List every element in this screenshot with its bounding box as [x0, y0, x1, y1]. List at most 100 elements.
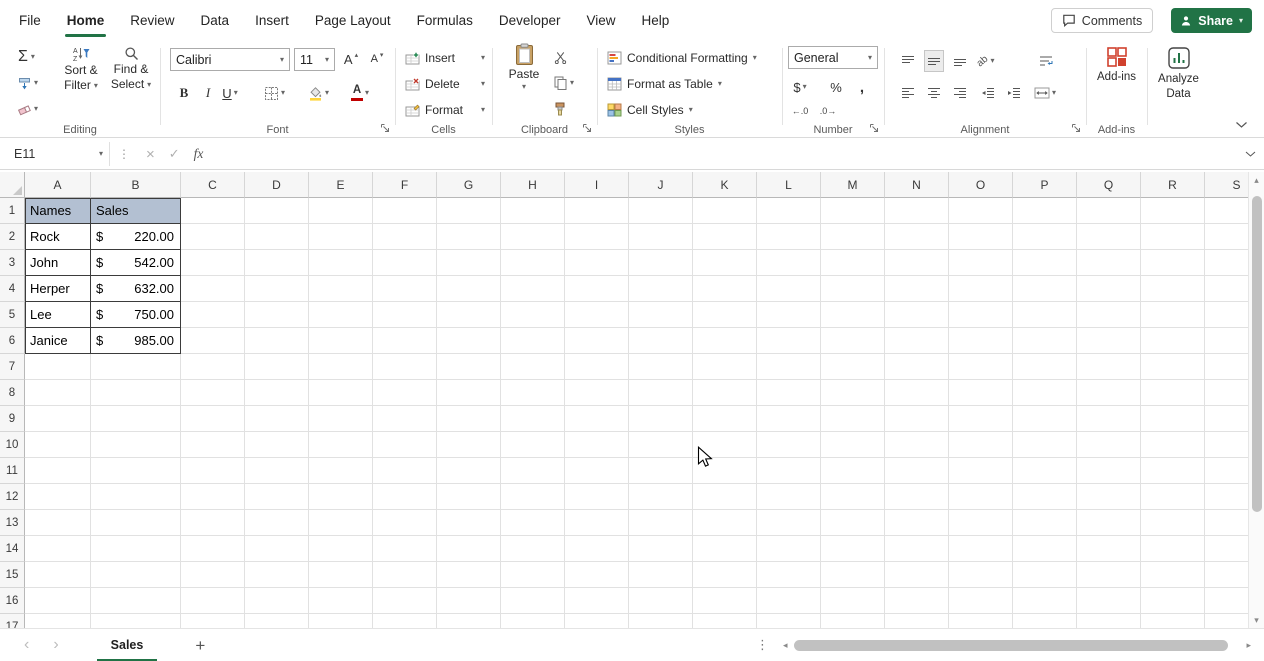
- font-color-button[interactable]: A ▾: [350, 82, 370, 104]
- column-header-R[interactable]: R: [1141, 172, 1205, 198]
- cell-I7[interactable]: [565, 354, 629, 380]
- cell-Q5[interactable]: [1077, 302, 1141, 328]
- borders-button[interactable]: ▾: [264, 82, 285, 104]
- cell-I4[interactable]: [565, 276, 629, 302]
- cell-Q17[interactable]: [1077, 614, 1141, 628]
- decrease-indent-button[interactable]: [978, 82, 998, 104]
- number-format-select[interactable]: General ▾: [788, 46, 878, 69]
- cell-M16[interactable]: [821, 588, 885, 614]
- cell-I15[interactable]: [565, 562, 629, 588]
- cell-R12[interactable]: [1141, 484, 1205, 510]
- cell-F17[interactable]: [373, 614, 437, 628]
- cell-O1[interactable]: [949, 198, 1013, 224]
- cell-E14[interactable]: [309, 536, 373, 562]
- cell-K6[interactable]: [693, 328, 757, 354]
- cell-F14[interactable]: [373, 536, 437, 562]
- column-header-O[interactable]: O: [949, 172, 1013, 198]
- font-name-select[interactable]: Calibri ▾: [170, 48, 290, 71]
- cell-P9[interactable]: [1013, 406, 1077, 432]
- cell-Q11[interactable]: [1077, 458, 1141, 484]
- cell-A10[interactable]: [25, 432, 91, 458]
- cell-O3[interactable]: [949, 250, 1013, 276]
- cell-G14[interactable]: [437, 536, 501, 562]
- tab-insert[interactable]: Insert: [242, 0, 302, 40]
- cell-I16[interactable]: [565, 588, 629, 614]
- cell-Q6[interactable]: [1077, 328, 1141, 354]
- cell-E9[interactable]: [309, 406, 373, 432]
- cell-I6[interactable]: [565, 328, 629, 354]
- cell-I12[interactable]: [565, 484, 629, 510]
- cell-K1[interactable]: [693, 198, 757, 224]
- cell-A3[interactable]: John: [25, 250, 91, 276]
- cell-R5[interactable]: [1141, 302, 1205, 328]
- cell-M12[interactable]: [821, 484, 885, 510]
- cell-D9[interactable]: [245, 406, 309, 432]
- column-header-N[interactable]: N: [885, 172, 949, 198]
- cell-J15[interactable]: [629, 562, 693, 588]
- cell-B10[interactable]: [91, 432, 181, 458]
- cell-S6[interactable]: [1205, 328, 1248, 354]
- cell-F12[interactable]: [373, 484, 437, 510]
- cell-L3[interactable]: [757, 250, 821, 276]
- cell-G2[interactable]: [437, 224, 501, 250]
- cell-C5[interactable]: [181, 302, 245, 328]
- cell-Q3[interactable]: [1077, 250, 1141, 276]
- cell-E11[interactable]: [309, 458, 373, 484]
- cell-B9[interactable]: [91, 406, 181, 432]
- cell-P12[interactable]: [1013, 484, 1077, 510]
- cell-N2[interactable]: [885, 224, 949, 250]
- cell-G9[interactable]: [437, 406, 501, 432]
- cell-O10[interactable]: [949, 432, 1013, 458]
- sheet-nav-left-icon[interactable]: ‹: [24, 636, 29, 654]
- cell-H1[interactable]: [501, 198, 565, 224]
- enter-icon[interactable]: ✓: [169, 146, 180, 162]
- scroll-right-icon[interactable]: ▸: [1243, 640, 1254, 651]
- row-header-16[interactable]: 16: [0, 588, 25, 614]
- cell-K4[interactable]: [693, 276, 757, 302]
- cell-R14[interactable]: [1141, 536, 1205, 562]
- cell-P13[interactable]: [1013, 510, 1077, 536]
- formula-bar-expand-icon[interactable]: [1245, 151, 1256, 158]
- cell-N9[interactable]: [885, 406, 949, 432]
- cell-F3[interactable]: [373, 250, 437, 276]
- cell-K15[interactable]: [693, 562, 757, 588]
- cell-B16[interactable]: [91, 588, 181, 614]
- cell-O11[interactable]: [949, 458, 1013, 484]
- addins-button[interactable]: Add-ins: [1094, 46, 1139, 83]
- cell-N11[interactable]: [885, 458, 949, 484]
- cell-S5[interactable]: [1205, 302, 1248, 328]
- formula-input[interactable]: [215, 142, 1245, 166]
- cell-B2[interactable]: $220.00: [91, 224, 181, 250]
- cell-J2[interactable]: [629, 224, 693, 250]
- cell-R17[interactable]: [1141, 614, 1205, 628]
- vertical-scroll-track[interactable]: [1249, 188, 1264, 612]
- cell-N17[interactable]: [885, 614, 949, 628]
- column-header-C[interactable]: C: [181, 172, 245, 198]
- cell-L4[interactable]: [757, 276, 821, 302]
- wrap-text-button[interactable]: [1036, 50, 1056, 72]
- cell-H4[interactable]: [501, 276, 565, 302]
- cell-S10[interactable]: [1205, 432, 1248, 458]
- cell-K8[interactable]: [693, 380, 757, 406]
- cell-J11[interactable]: [629, 458, 693, 484]
- cell-S2[interactable]: [1205, 224, 1248, 250]
- column-header-D[interactable]: D: [245, 172, 309, 198]
- cell-O7[interactable]: [949, 354, 1013, 380]
- cell-K12[interactable]: [693, 484, 757, 510]
- cell-L10[interactable]: [757, 432, 821, 458]
- cell-S16[interactable]: [1205, 588, 1248, 614]
- name-box[interactable]: E11 ▾: [8, 142, 110, 166]
- column-header-P[interactable]: P: [1013, 172, 1077, 198]
- cell-I3[interactable]: [565, 250, 629, 276]
- cell-O9[interactable]: [949, 406, 1013, 432]
- cell-B11[interactable]: [91, 458, 181, 484]
- cell-L2[interactable]: [757, 224, 821, 250]
- insert-function-button[interactable]: fx: [194, 146, 204, 162]
- cell-D12[interactable]: [245, 484, 309, 510]
- cell-S7[interactable]: [1205, 354, 1248, 380]
- cell-I9[interactable]: [565, 406, 629, 432]
- more-icon[interactable]: ⋮: [756, 637, 769, 653]
- cell-S14[interactable]: [1205, 536, 1248, 562]
- cell-P6[interactable]: [1013, 328, 1077, 354]
- cell-D1[interactable]: [245, 198, 309, 224]
